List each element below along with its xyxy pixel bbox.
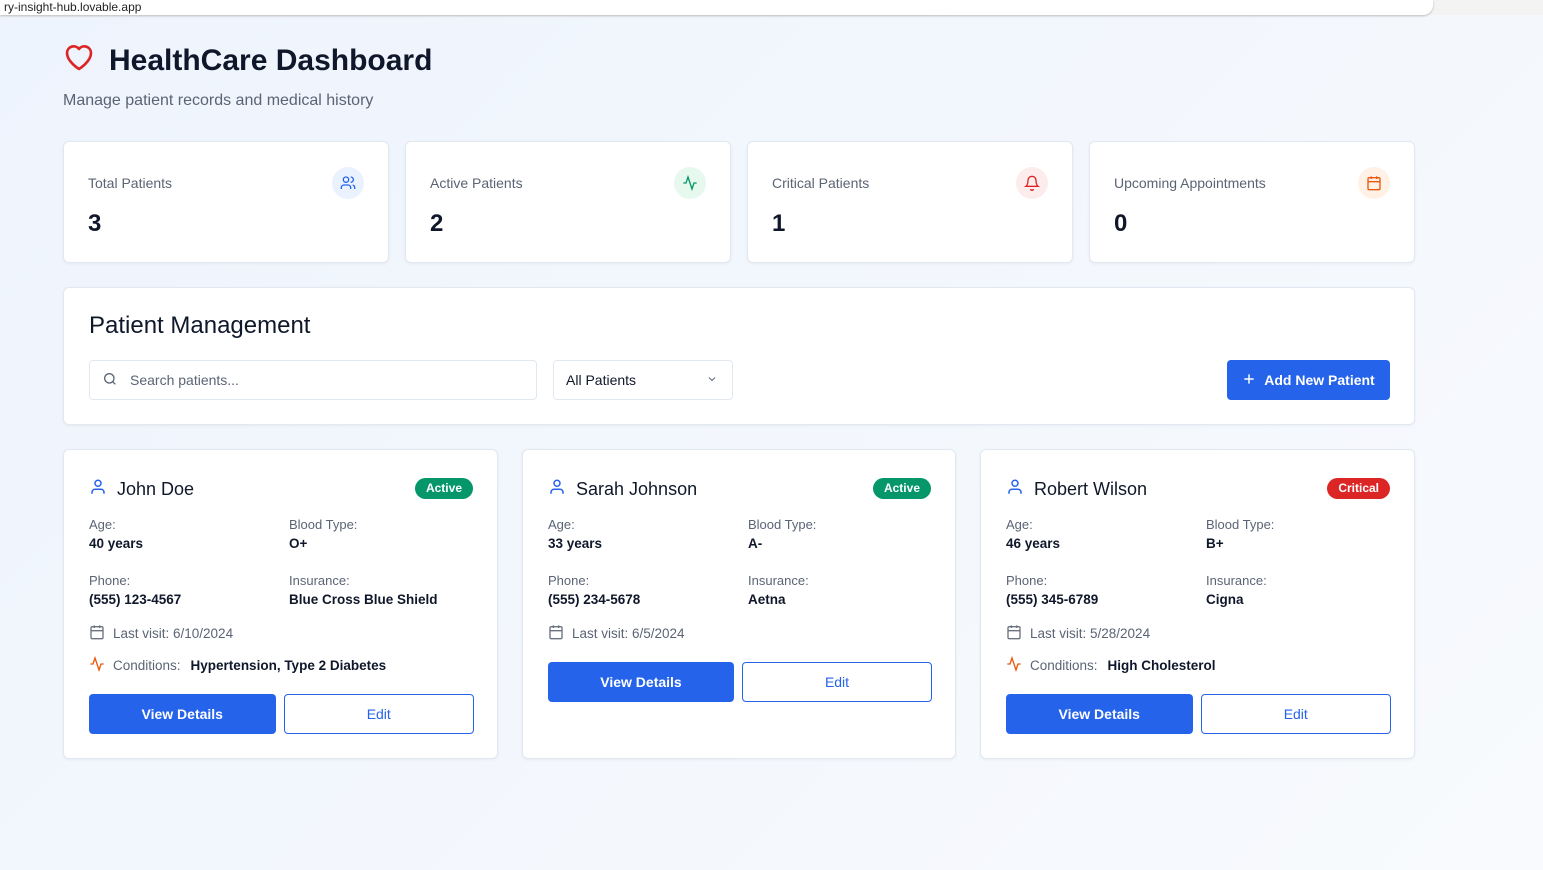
search-icon [102, 371, 118, 390]
status-badge: Critical [1327, 478, 1390, 499]
view-details-button[interactable]: View Details [89, 694, 276, 734]
last-visit: Last visit: 6/10/2024 [113, 626, 234, 641]
blood-type-value: B+ [1206, 536, 1224, 551]
calendar-icon [548, 624, 564, 643]
phone-label: Phone: [89, 573, 131, 588]
view-details-button[interactable]: View Details [1006, 694, 1193, 734]
insurance-value: Aetna [748, 592, 786, 607]
insurance-label: Insurance: [748, 573, 809, 588]
age-label: Age: [1006, 517, 1033, 532]
blood-type-label: Blood Type: [748, 517, 817, 532]
url-text: ry-insight-hub.lovable.app [4, 0, 142, 14]
activity-icon [89, 655, 105, 675]
phone-value: (555) 123-4567 [89, 592, 182, 607]
add-new-patient-button[interactable]: Add New Patient [1227, 360, 1390, 400]
calendar-icon [1358, 167, 1390, 199]
page-title: HealthCare Dashboard [109, 44, 433, 77]
last-visit: Last visit: 5/28/2024 [1030, 626, 1151, 641]
edit-button[interactable]: Edit [742, 662, 932, 702]
blood-type-value: O+ [289, 536, 308, 551]
blood-type-label: Blood Type: [1206, 517, 1275, 532]
patient-name: Sarah Johnson [576, 479, 698, 499]
insurance-value: Cigna [1206, 592, 1244, 607]
blood-type-value: A- [748, 536, 763, 551]
bell-icon [1016, 167, 1048, 199]
users-icon [332, 167, 364, 199]
stat-value: 1 [772, 210, 786, 237]
page-subtitle: Manage patient records and medical histo… [63, 92, 374, 109]
age-label: Age: [548, 517, 575, 532]
age-value: 46 years [1006, 536, 1061, 551]
conditions-label: Conditions: [1030, 658, 1098, 673]
calendar-icon [1006, 624, 1022, 643]
activity-icon [674, 167, 706, 199]
section-title: Patient Management [89, 312, 311, 339]
address-bar[interactable]: ry-insight-hub.lovable.app [0, 0, 1433, 15]
patient-card: John Doe Active Age: 40 years Blood Type:… [63, 449, 498, 759]
stat-value: 3 [88, 210, 102, 237]
patient-management-panel: Patient Management Search patients... Al… [63, 287, 1415, 425]
user-icon [89, 478, 107, 501]
search-input[interactable]: Search patients... [89, 360, 537, 400]
activity-icon [1006, 655, 1022, 675]
heart-icon [63, 42, 95, 80]
chevron-down-icon [706, 372, 718, 388]
phone-value: (555) 234-5678 [548, 592, 641, 607]
stat-label: Total Patients [88, 175, 173, 191]
status-badge: Active [872, 478, 931, 499]
stat-card: Critical Patients 1 [747, 141, 1073, 263]
stat-label: Upcoming Appointments [1114, 175, 1266, 191]
patient-card: Sarah Johnson Active Age: 33 years Blood … [522, 449, 956, 759]
phone-value: (555) 345-6789 [1006, 592, 1099, 607]
insurance-label: Insurance: [289, 573, 350, 588]
insurance-label: Insurance: [1206, 573, 1267, 588]
edit-button[interactable]: Edit [283, 694, 474, 734]
patient-name: Robert Wilson [1034, 479, 1148, 499]
age-value: 40 years [89, 536, 144, 551]
stat-label: Active Patients [430, 175, 523, 191]
browser-chrome: ry-insight-hub.lovable.app [0, 0, 1543, 15]
patient-card: Robert Wilson Critical Age: 46 years Bloo… [980, 449, 1415, 759]
calendar-icon [89, 624, 105, 643]
insurance-value: Blue Cross Blue Shield [289, 592, 438, 607]
phone-label: Phone: [548, 573, 590, 588]
stat-value: 0 [1114, 210, 1128, 237]
conditions-value: High Cholesterol [1107, 658, 1216, 673]
age-value: 33 years [548, 536, 603, 551]
view-details-button[interactable]: View Details [548, 662, 734, 702]
stat-card: Upcoming Appointments 0 [1089, 141, 1415, 263]
user-icon [1006, 478, 1024, 501]
stat-card: Total Patients 3 [63, 141, 389, 263]
phone-label: Phone: [1006, 573, 1048, 588]
status-badge: Active [414, 478, 473, 499]
page-header: HealthCare Dashboard Manage patient reco… [63, 42, 432, 110]
conditions-value: Hypertension, Type 2 Diabetes [190, 658, 387, 673]
conditions-label: Conditions: [113, 658, 181, 673]
stat-label: Critical Patients [772, 175, 870, 191]
status-filter-select[interactable]: All Patients [553, 360, 733, 400]
stat-card: Active Patients 2 [405, 141, 731, 263]
plus-icon [1242, 372, 1256, 389]
stat-value: 2 [430, 210, 444, 237]
last-visit: Last visit: 6/5/2024 [572, 626, 685, 641]
blood-type-label: Blood Type: [289, 517, 358, 532]
patient-name: John Doe [117, 479, 195, 499]
age-label: Age: [89, 517, 116, 532]
edit-button[interactable]: Edit [1200, 694, 1391, 734]
user-icon [548, 478, 566, 501]
